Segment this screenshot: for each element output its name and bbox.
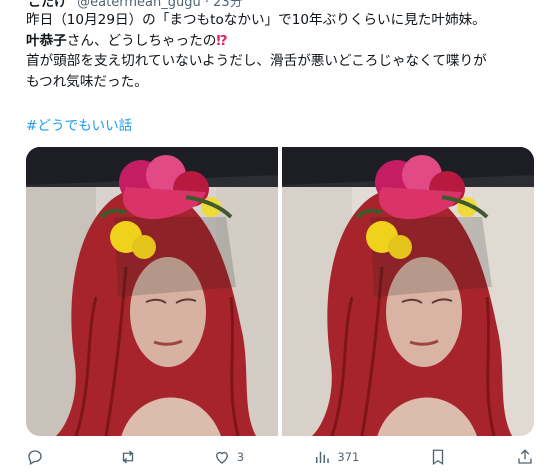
share-icon — [518, 449, 532, 464]
tweet-line-2: 叶恭子さん、どうしちゃったの⁉ — [26, 31, 546, 52]
views-button[interactable]: 371 — [313, 448, 359, 466]
views-count: 371 — [337, 450, 360, 464]
tweet-line-3: 首が頭部を支え切れていないようだし、滑舌が悪いどころじゃなくて喋りが — [26, 53, 487, 69]
retweet-button[interactable] — [119, 448, 143, 466]
like-button[interactable]: 3 — [213, 448, 244, 466]
share-button[interactable] — [516, 448, 534, 466]
like-count: 3 — [236, 450, 245, 464]
bookmark-button[interactable] — [429, 448, 447, 466]
tweet-header: こたけ @eatermean_gugu · 23分 — [28, 0, 243, 10]
author-handle[interactable]: @eatermean_gugu · 23分 — [77, 0, 242, 10]
tweet-actions: 3 371 — [26, 444, 534, 470]
tweet-line-2-rest: さん、どうしちゃったの — [66, 32, 217, 49]
bookmark-icon — [432, 449, 443, 466]
hashtag-link[interactable]: #どうでもいい話 — [26, 114, 132, 134]
tweet-photo-2[interactable] — [282, 147, 534, 436]
media-grid — [26, 147, 534, 436]
tweet-text: 昨日（10月29日）の「まつもtoなかい」で10年ぶりくらいに見た叶姉妹。 叶恭… — [26, 10, 546, 92]
tweet-photo-1[interactable] — [26, 147, 278, 436]
mentioned-name: 叶恭子 — [26, 32, 67, 49]
photo-image-2 — [282, 147, 534, 436]
tweet-line-1: 昨日（10月29日）の「まつもtoなかい」で10年ぶりくらいに見た叶姉妹。 — [26, 12, 486, 28]
views-icon — [316, 451, 330, 463]
exclamation-question-icon: ⁉ — [216, 32, 228, 49]
retweet-icon — [123, 450, 134, 464]
photo-image-1 — [26, 147, 278, 436]
reply-button[interactable] — [26, 448, 50, 466]
author-name[interactable]: こたけ — [28, 0, 67, 10]
reply-icon — [28, 450, 42, 465]
tweet-line-4: もつれ気味だった。 — [26, 73, 148, 90]
like-icon — [215, 451, 228, 464]
